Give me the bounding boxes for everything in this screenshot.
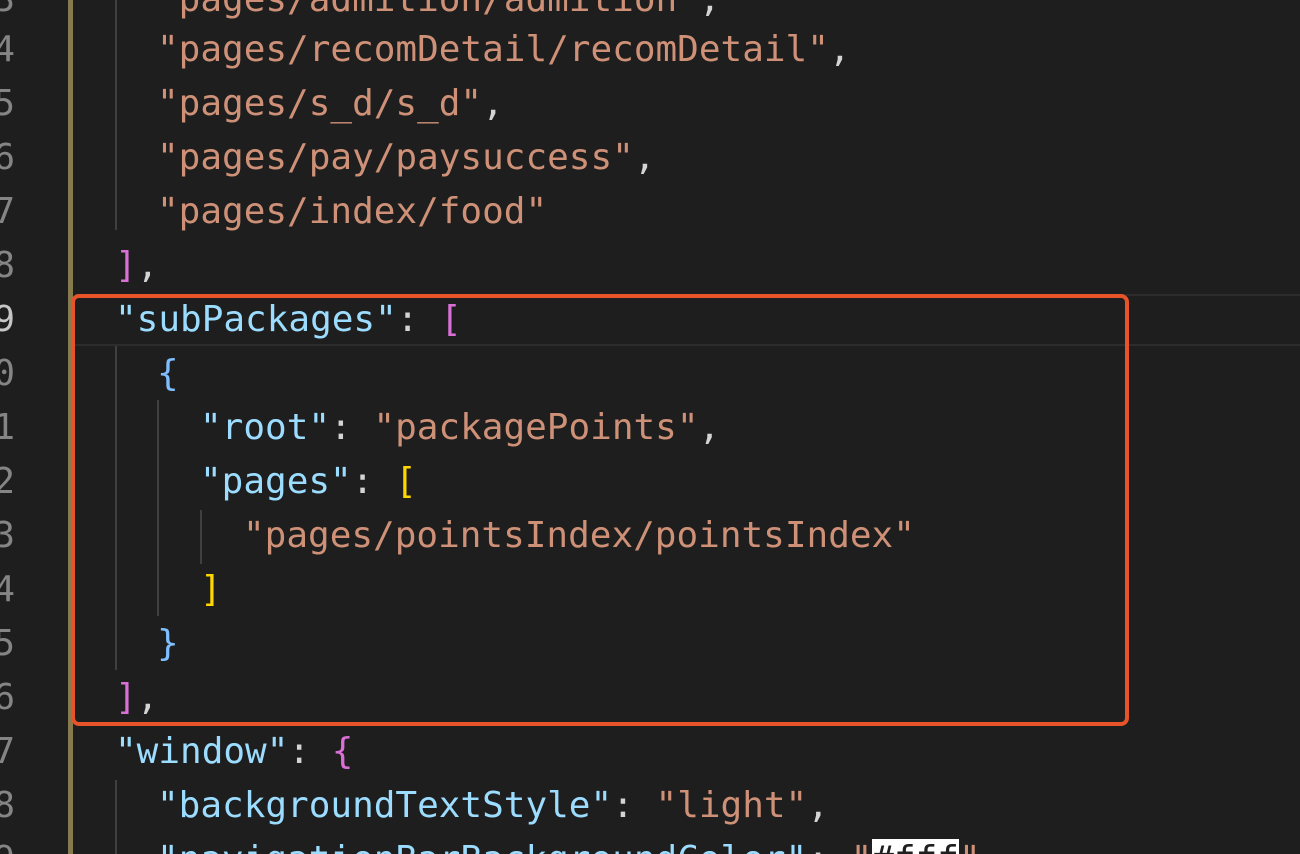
key-token: "root" [200, 407, 331, 448]
code-line[interactable]: "pages/index/food" [157, 185, 547, 239]
line-number: 4 [0, 569, 15, 610]
indent-guide [200, 510, 202, 564]
key-token: "backgroundTextStyle" [157, 785, 613, 826]
code-line[interactable]: "pages/pointsIndex/pointsIndex" [243, 509, 915, 563]
code-editor[interactable]: 3 4 5 6 7 8 9 0 1 2 3 4 5 6 7 8 9 "pages… [0, 0, 1300, 854]
line-number: 6 [0, 137, 15, 178]
bracket-token: [ [395, 461, 417, 502]
line-number: 6 [0, 677, 15, 718]
key-token: "navigationBarBackgroundColor" [157, 839, 807, 854]
punctuation-token: , [482, 83, 504, 124]
code-line[interactable]: } [157, 617, 179, 671]
line-number: 4 [0, 29, 15, 70]
code-line[interactable]: "window": { [115, 725, 353, 779]
key-token: "window" [115, 731, 289, 772]
brace-token: { [331, 731, 354, 772]
code-line[interactable]: { [157, 347, 179, 401]
line-number: 5 [0, 623, 15, 664]
string-token: "pages/s_d/s_d" [157, 83, 483, 124]
punctuation-token: , [698, 407, 721, 448]
git-modified-bar [68, 0, 73, 854]
line-number-gutter: 3 4 5 6 7 8 9 0 1 2 3 4 5 6 7 8 9 [0, 0, 70, 854]
code-line[interactable]: ], [115, 239, 158, 293]
code-line[interactable]: "pages/s_d/s_d", [157, 77, 504, 131]
line-number-active: 9 [0, 299, 15, 340]
punctuation-token: : [288, 731, 332, 772]
line-number: 8 [0, 245, 15, 286]
code-line[interactable]: "root": "packagePoints", [200, 401, 720, 455]
string-token: " [851, 839, 873, 854]
brace-token: { [157, 353, 179, 394]
code-line[interactable]: ], [115, 671, 158, 725]
code-line[interactable]: ] [200, 563, 222, 617]
bracket-token: ] [115, 677, 137, 718]
line-number: 1 [0, 407, 15, 448]
punctuation-token: , [136, 245, 159, 286]
string-token: "pages/recomDetail/recomDetail" [157, 29, 829, 70]
code-line[interactable]: "navigationBarBackgroundColor": "#fff" [157, 833, 981, 854]
string-token: "pages/index/food" [157, 191, 548, 232]
indent-guide [115, 0, 117, 230]
key-token: "subPackages" [115, 299, 397, 340]
line-number: 7 [0, 191, 15, 232]
punctuation-token: : [330, 407, 374, 448]
line-number: 3 [0, 515, 15, 556]
string-token: "pages/admition/admition" [157, 0, 699, 20]
line-number: 5 [0, 83, 15, 124]
bracket-token: ] [115, 245, 137, 286]
punctuation-token: , [807, 785, 829, 826]
string-token: "pages/pointsIndex/pointsIndex" [243, 515, 915, 556]
key-token: "pages" [200, 461, 352, 502]
punctuation-token: , [633, 137, 656, 178]
code-line[interactable]: "pages": [ [200, 455, 417, 509]
code-line[interactable]: "pages/pay/paysuccess", [157, 131, 656, 185]
line-number: 0 [0, 353, 15, 394]
brace-token: } [157, 623, 179, 664]
bracket-token: [ [440, 299, 462, 340]
line-number: 7 [0, 731, 15, 772]
line-number: 2 [0, 461, 15, 502]
punctuation-token: , [136, 677, 159, 718]
punctuation-token: : [612, 785, 656, 826]
punctuation-token: : [351, 461, 396, 502]
code-line[interactable]: "pages/recomDetail/recomDetail", [157, 23, 851, 77]
string-token: "packagePoints" [373, 407, 699, 448]
string-token: "light" [655, 785, 808, 826]
line-number: 9 [0, 833, 15, 854]
indent-guide [157, 400, 159, 616]
indent-guide [115, 780, 117, 854]
punctuation-token: , [699, 0, 721, 20]
code-line-active[interactable]: "subPackages": [ [115, 293, 462, 347]
selected-text[interactable]: #fff [872, 839, 959, 854]
string-token: " [959, 839, 981, 854]
code-line[interactable]: "backgroundTextStyle": "light", [157, 779, 829, 833]
line-number: 8 [0, 785, 15, 826]
punctuation-token: : [807, 839, 850, 854]
punctuation-token: , [828, 29, 851, 70]
indent-guide [115, 346, 117, 670]
bracket-token: ] [200, 569, 222, 610]
punctuation-token: : [396, 299, 441, 340]
string-token: "pages/pay/paysuccess" [157, 137, 634, 178]
